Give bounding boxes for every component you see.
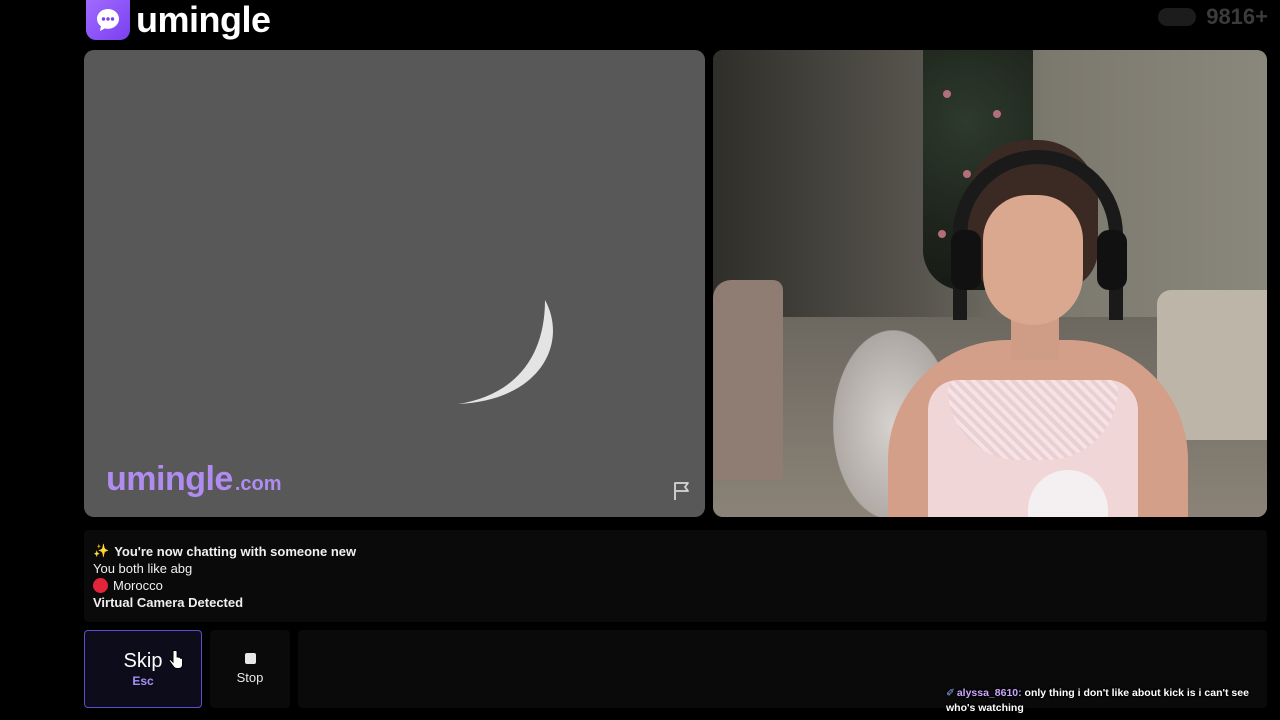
logo-text: umingle — [136, 0, 271, 40]
couch-left — [713, 280, 783, 480]
umingle-logo[interactable]: umingle — [86, 0, 271, 40]
skip-button[interactable]: Skip Esc — [84, 630, 202, 708]
report-flag-icon[interactable] — [671, 480, 693, 502]
stranger-country: Morocco — [93, 578, 163, 593]
chat-badge-icon: ✐ — [946, 687, 955, 699]
now-chatting-message: ✨ You're now chatting with someone new — [93, 543, 356, 559]
virtual-camera-notice: Virtual Camera Detected — [93, 595, 244, 610]
stop-button[interactable]: Stop — [210, 630, 290, 708]
stranger-video-panel: umingle .com — [84, 50, 705, 517]
earcup-right — [1097, 230, 1127, 290]
skip-shortcut: Esc — [132, 674, 154, 688]
now-chatting-text: You're now chatting with someone new — [114, 543, 357, 559]
online-toggle[interactable] — [1158, 8, 1197, 26]
umingle-watermark: umingle .com — [106, 460, 282, 499]
loading-spinner-icon — [458, 300, 553, 404]
stop-square-icon — [244, 653, 256, 664]
shared-interest: You both like abg — [93, 561, 193, 576]
sparkles-icon: ✨ — [93, 543, 110, 558]
online-indicator: 9816+ — [1158, 4, 1268, 30]
stream-chat-overlay: ✐ alyssa_8610: only thing i don't like ab… — [946, 686, 1272, 716]
chat-info-panel: ✨ You're now chatting with someone new Y… — [84, 530, 1267, 622]
online-count: 9816+ — [1206, 4, 1268, 29]
country-flag-icon — [93, 578, 108, 593]
mouse-pointer-icon — [168, 650, 183, 669]
watermark-domain: .com — [234, 473, 282, 495]
stop-label: Stop — [236, 670, 264, 685]
self-webcam-video — [713, 50, 1267, 517]
chat-username: alyssa_8610: — [956, 687, 1022, 699]
watermark-main: umingle — [106, 460, 233, 498]
chat-bubble-icon — [86, 0, 130, 40]
skip-label: Skip — [123, 650, 163, 672]
country-name: Morocco — [113, 578, 163, 593]
earcup-left — [951, 230, 981, 290]
